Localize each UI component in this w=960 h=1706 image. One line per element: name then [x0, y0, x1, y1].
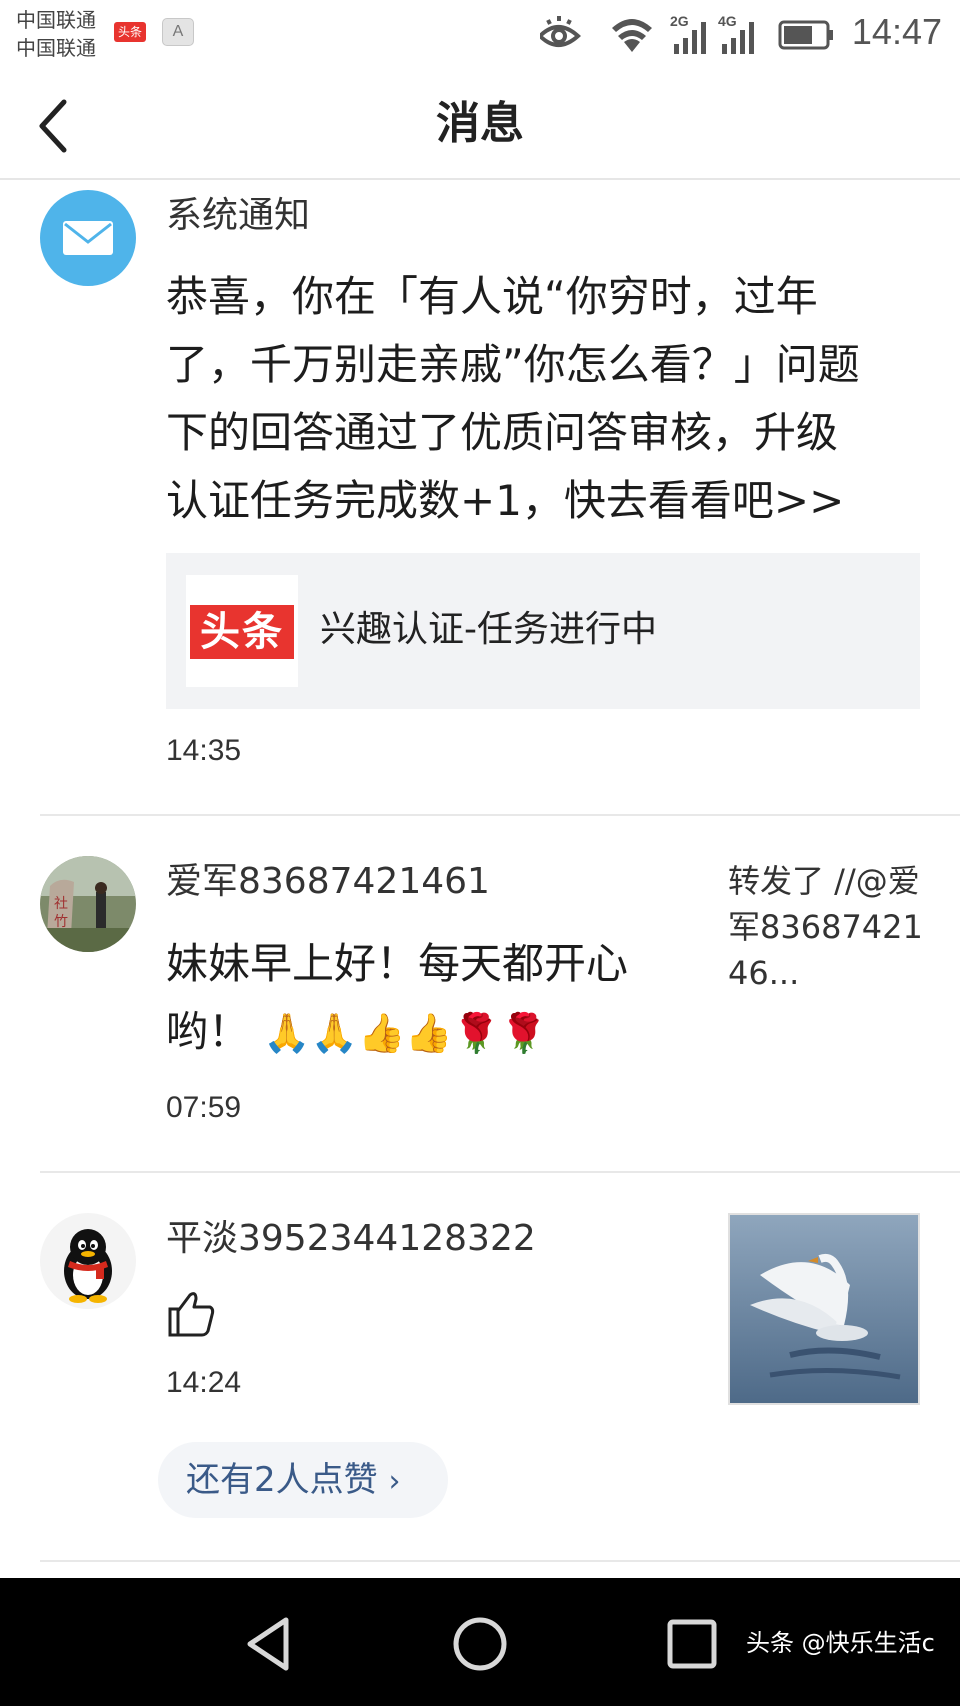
avatar-photo: 社 竹: [40, 856, 136, 952]
svg-text:竹: 竹: [54, 914, 68, 930]
task-card[interactable]: 头条 兴趣认证-任务进行中: [166, 553, 920, 709]
sender-name: 平淡3952344128322: [166, 1218, 536, 1259]
forward-preview[interactable]: 转发了 //@爱军8368742146...: [728, 858, 928, 996]
nav-recents-icon[interactable]: [660, 1612, 724, 1676]
sender-name: 系统通知: [166, 195, 311, 236]
message-line: 恭喜，你在「有人说“你穷时，过年: [166, 272, 818, 321]
watermark: 头条 @快乐生活c: [746, 1629, 935, 1657]
message-line-2: 哟！ 🙏🙏👍👍🌹🌹: [166, 998, 628, 1067]
divider: [40, 1171, 960, 1173]
carrier-1: 中国联通: [16, 8, 96, 32]
message-line: 了，千万别走亲戚”你怎么看？」问题: [166, 340, 860, 389]
message-time: 14:35: [166, 734, 242, 767]
svg-text:4G: 4G: [718, 13, 737, 29]
message-line: 妹妹早上好！每天都开心: [166, 939, 629, 988]
toutiao-logo: 头条: [186, 575, 298, 687]
wifi-icon: [612, 19, 652, 52]
chevron-right-icon: ›: [388, 1464, 401, 1499]
nav-back-icon[interactable]: [238, 1612, 302, 1676]
mail-icon: [63, 221, 113, 255]
more-likes-label: 还有2人点赞: [186, 1460, 378, 1500]
avatar[interactable]: [40, 1213, 136, 1309]
keyboard-a-icon: A: [162, 18, 194, 46]
toutiao-notification-icon: 头条: [114, 22, 146, 42]
signal-4g-icon: 4G: [718, 13, 754, 54]
svg-text:2G: 2G: [670, 13, 689, 29]
message-line: 认证任务完成数+1，快去看看吧>>: [166, 476, 845, 525]
more-likes-button[interactable]: 还有2人点赞 ›: [158, 1442, 448, 1518]
clock: 14:47: [851, 11, 942, 52]
avatar[interactable]: 社 竹: [40, 856, 136, 952]
svg-text:社: 社: [54, 896, 68, 912]
card-title: 兴趣认证-任务进行中: [320, 609, 657, 650]
signal-2g-icon: 2G: [670, 13, 706, 54]
toutiao-logo-text: 头条: [190, 605, 294, 659]
penguin-icon: [64, 1229, 112, 1303]
eye-icon: [540, 16, 581, 47]
carrier-names: 中国联通 中国联通: [16, 6, 96, 62]
message-line-text: 哟！: [166, 1007, 251, 1056]
message-body[interactable]: 妹妹早上好！每天都开心 哟！ 🙏🙏👍👍🌹🌹: [166, 930, 628, 1067]
nav-home-icon[interactable]: [448, 1612, 512, 1676]
emoji-row: 🙏🙏👍👍🌹🌹: [263, 1011, 548, 1055]
carrier-2: 中国联通: [16, 36, 96, 60]
divider: [40, 814, 960, 816]
system-nav-bar: 头条 @快乐生活c: [0, 1578, 960, 1706]
divider: [40, 1560, 960, 1562]
sender-name: 爱军83687421461: [166, 861, 490, 902]
page-title: 消息: [436, 98, 524, 149]
post-thumbnail[interactable]: [728, 1213, 920, 1405]
swan-photo: [730, 1215, 918, 1403]
status-bar: 中国联通 中国联通 头条 A 2G 4G 14:47: [0, 0, 960, 70]
top-nav-bar: 消息: [0, 70, 960, 180]
system-avatar: [40, 190, 136, 286]
message-body[interactable]: 恭喜，你在「有人说“你穷时，过年 了，千万别走亲戚”你怎么看？」问题 下的回答通…: [166, 263, 860, 535]
message-time: 07:59: [166, 1091, 242, 1124]
thumbs-up-icon: [168, 1292, 215, 1337]
message-time: 14:24: [166, 1366, 242, 1399]
battery-icon: [778, 20, 833, 50]
message-line: 下的回答通过了优质问答审核，升级: [166, 408, 839, 457]
